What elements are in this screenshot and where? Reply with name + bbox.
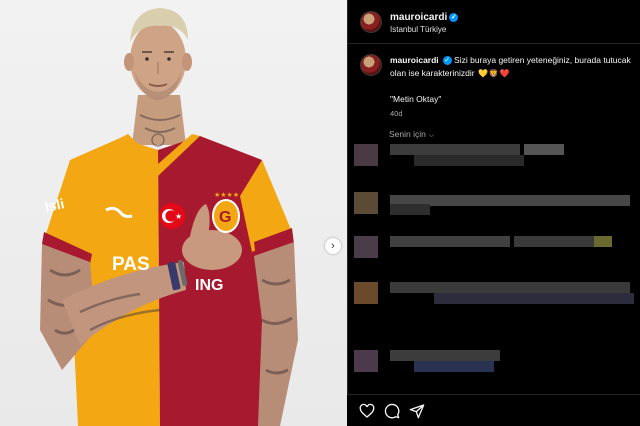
verified-icon: ✓ xyxy=(449,12,459,22)
svg-text:★: ★ xyxy=(175,212,182,221)
red-heart-icon: ❤️ xyxy=(499,69,510,78)
username-text[interactable]: mauroicardi xyxy=(390,12,447,23)
sponsor-text-2: ING xyxy=(195,277,223,294)
lion-icon: 🦁 xyxy=(488,69,499,78)
action-bar xyxy=(347,394,640,426)
chevron-down-icon: ⌵ xyxy=(428,132,435,139)
sponsor-text: PAS xyxy=(112,254,150,275)
list-item[interactable] xyxy=(354,236,634,258)
next-arrow-icon[interactable]: › xyxy=(325,238,341,254)
player-illustration: ★ G ★★★★ PAS ING lsli xyxy=(40,8,298,426)
comment-filter[interactable]: Senin için ⌵ xyxy=(389,129,434,140)
verified-icon: ✓ xyxy=(442,56,452,66)
post-header: mauroicardi ✓ Istanbul Türkiye xyxy=(348,0,640,44)
comment-icon[interactable] xyxy=(384,403,400,419)
list-item[interactable] xyxy=(354,192,634,215)
caption-block: mauroicardi ✓ Sizi buraya getiren yeteneğ… xyxy=(360,54,632,118)
post-age: 40d xyxy=(390,109,403,118)
caption-quote: "Metin Oktay" xyxy=(390,94,442,104)
caption-username[interactable]: mauroicardi xyxy=(390,55,439,65)
share-icon[interactable] xyxy=(409,403,425,419)
post-image[interactable]: ★ G ★★★★ PAS ING lsli › xyxy=(0,0,347,426)
list-item[interactable] xyxy=(354,144,634,166)
svg-text:★★★★: ★★★★ xyxy=(214,191,239,199)
caption-avatar[interactable] xyxy=(360,54,382,76)
heart-icon[interactable] xyxy=(359,403,375,419)
svg-text:G: G xyxy=(219,209,231,226)
list-item[interactable] xyxy=(354,350,634,372)
avatar[interactable] xyxy=(360,11,382,33)
yellow-heart-icon: 💛 xyxy=(477,69,488,78)
location[interactable]: Istanbul Türkiye xyxy=(390,25,446,34)
list-item[interactable] xyxy=(354,282,634,304)
comment-filter-label[interactable]: Senin için xyxy=(389,129,426,139)
username[interactable]: mauroicardi ✓ xyxy=(390,12,459,23)
caption-text: mauroicardi ✓ Sizi buraya getiren yeteneğ… xyxy=(390,54,632,80)
